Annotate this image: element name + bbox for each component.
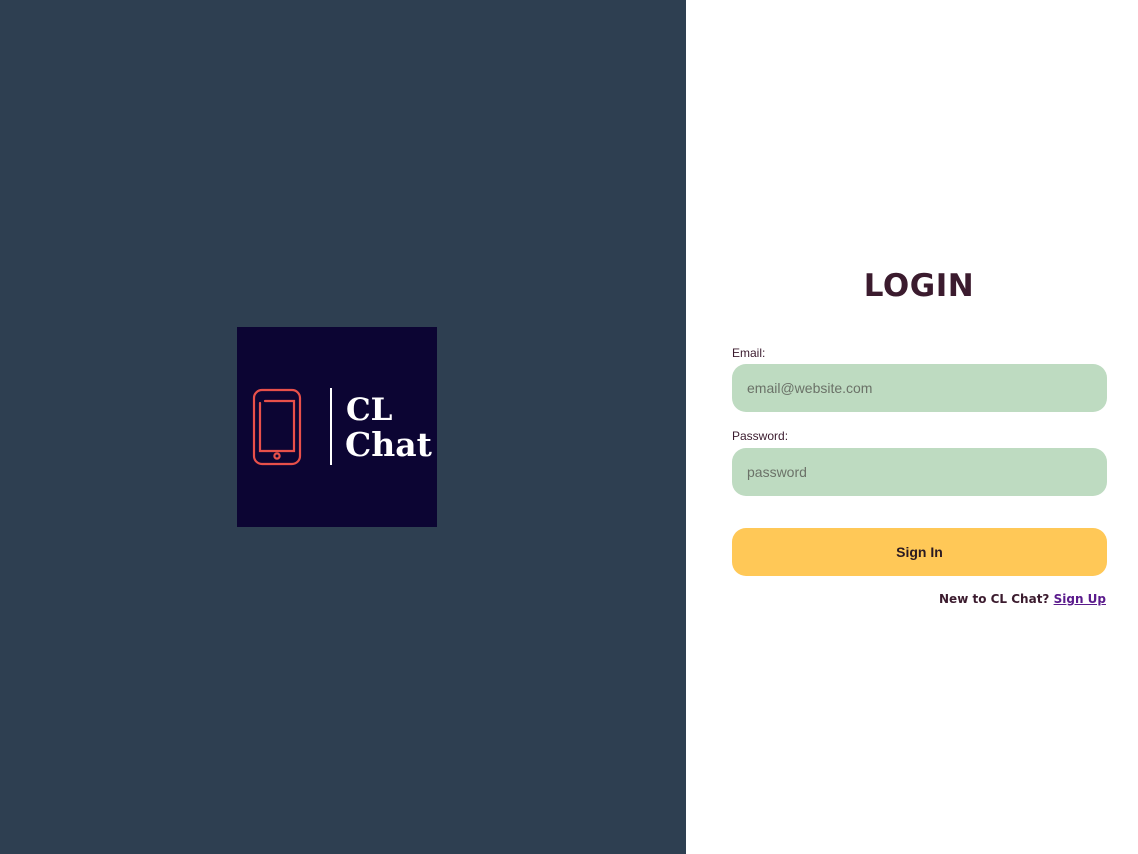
email-field[interactable] — [732, 364, 1107, 412]
login-page: CL Chat LOGIN Email: Password: Sign In N… — [0, 0, 1138, 854]
password-field[interactable] — [732, 448, 1107, 496]
sign-up-link[interactable]: Sign Up — [1054, 592, 1106, 606]
cl-chat-logo: CL Chat — [237, 327, 437, 527]
sign-in-button[interactable]: Sign In — [732, 528, 1107, 576]
signup-prompt-text: New to CL Chat? — [939, 592, 1050, 606]
email-label: Email: — [732, 346, 766, 360]
logo-graphic: CL Chat — [252, 388, 433, 466]
phone-icon — [252, 388, 302, 466]
login-panel: LOGIN Email: Password: Sign In New to CL… — [686, 0, 1138, 854]
login-title: LOGIN — [863, 268, 975, 304]
brand-panel: CL Chat — [0, 0, 686, 854]
password-label: Password: — [732, 429, 789, 443]
logo-text-line1: CL — [346, 392, 393, 428]
signup-prompt: New to CL Chat? Sign Up — [939, 592, 1106, 606]
logo-text-line2: Chat — [345, 425, 433, 464]
